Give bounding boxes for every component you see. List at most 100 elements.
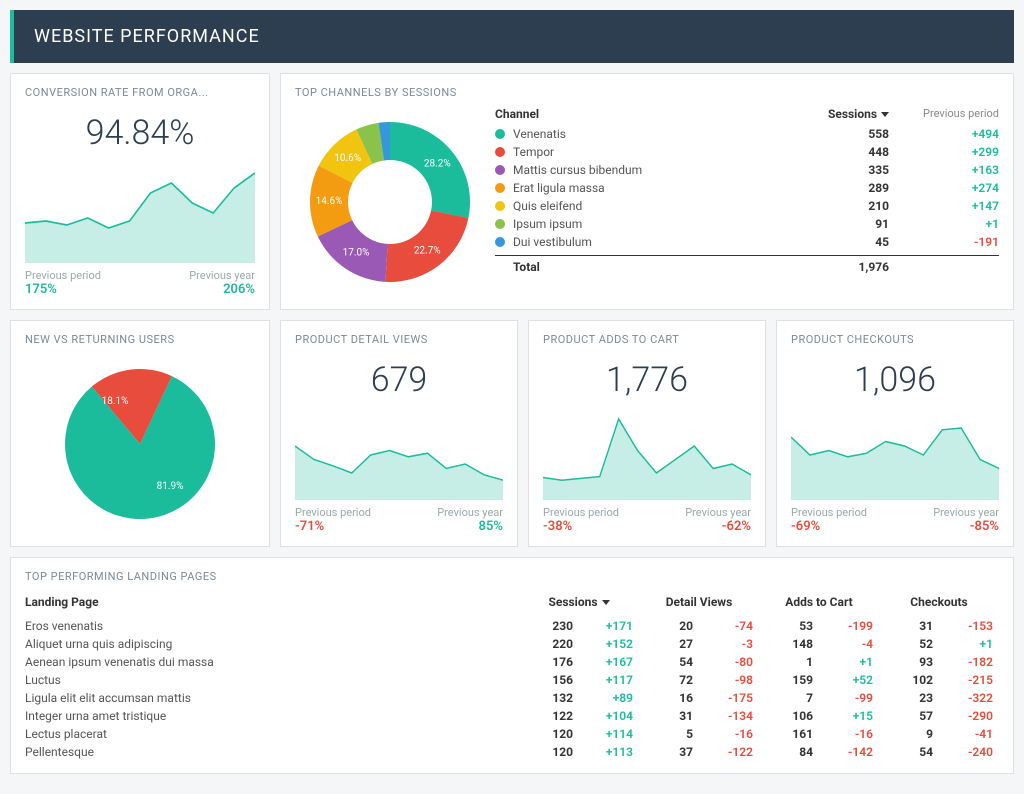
lp-delta: +171: [579, 619, 639, 633]
lp-col-detail[interactable]: Detail Views: [639, 595, 759, 609]
lp-delta: -122: [699, 745, 759, 759]
lp-delta: +114: [579, 727, 639, 741]
lp-value: 120: [519, 727, 579, 741]
svg-text:22.7%: 22.7%: [414, 245, 441, 256]
channel-row[interactable]: Quis eleifend210+147: [495, 197, 999, 215]
color-dot-icon: [495, 129, 505, 139]
channel-row[interactable]: Ipsum ipsum91+1: [495, 215, 999, 233]
landing-page-row[interactable]: Aenean ipsum venenatis dui massa176+1675…: [25, 653, 999, 671]
channel-delta: +163: [889, 163, 999, 177]
lp-delta: -240: [939, 745, 999, 759]
lp-page-name: Luctus: [25, 673, 519, 687]
lp-value: 84: [759, 745, 819, 759]
lp-delta: -153: [939, 619, 999, 633]
lp-value: 57: [879, 709, 939, 723]
metric-title: PRODUCT CHECKOUTS: [791, 333, 999, 346]
lp-delta: -142: [819, 745, 879, 759]
channels-card: TOP CHANNELS BY SESSIONS 28.2%22.7%17.0%…: [280, 73, 1014, 310]
channel-row[interactable]: Mattis cursus bibendum335+163: [495, 161, 999, 179]
lp-value: 16: [639, 691, 699, 705]
lp-delta: -74: [699, 619, 759, 633]
lp-value: 31: [879, 619, 939, 633]
lp-delta: -322: [939, 691, 999, 705]
color-dot-icon: [495, 201, 505, 211]
metric-prev-year-label: Previous year: [685, 506, 751, 519]
lp-delta: -182: [939, 655, 999, 669]
landing-page-row[interactable]: Integer urna amet tristique122+10431-134…: [25, 707, 999, 725]
lp-delta: +167: [579, 655, 639, 669]
channel-row[interactable]: Dui vestibulum45-191: [495, 233, 999, 251]
lp-delta: +89: [579, 691, 639, 705]
lp-value: 9: [879, 727, 939, 741]
channel-label: Venenatis: [513, 127, 819, 141]
landing-page-row[interactable]: Eros venenatis230+17120-7453-19931-153: [25, 617, 999, 635]
channel-sessions: 91: [819, 217, 889, 231]
svg-text:14.6%: 14.6%: [316, 196, 343, 207]
metric-prev-period-value: -38%: [543, 519, 572, 534]
lp-col-page[interactable]: Landing Page: [25, 595, 519, 609]
landing-page-row[interactable]: Aliquet urna quis adipiscing220+15227-31…: [25, 635, 999, 653]
nvr-title: NEW VS RETURNING USERS: [25, 333, 255, 346]
page-title: WEBSITE PERFORMANCE: [34, 26, 260, 47]
channels-col-prev: Previous period: [889, 107, 999, 121]
lp-delta: +152: [579, 637, 639, 651]
channel-delta: +274: [889, 181, 999, 195]
channels-col-sessions[interactable]: Sessions: [819, 107, 889, 121]
metric-value: 679: [295, 360, 503, 400]
channel-sessions: 335: [819, 163, 889, 177]
channel-row[interactable]: Venenatis558+494: [495, 125, 999, 143]
metric-prev-period-label: Previous period: [543, 506, 619, 519]
conv-prev-period-value: 175%: [25, 282, 57, 297]
metric-value: 1,096: [791, 360, 999, 400]
conversion-value: 94.84%: [25, 113, 255, 153]
metric-card: PRODUCT CHECKOUTS1,096Previous period-69…: [776, 320, 1014, 547]
landing-page-row[interactable]: Lectus placerat120+1145-16161-169-41: [25, 725, 999, 743]
lp-value: 23: [879, 691, 939, 705]
channels-title: TOP CHANNELS BY SESSIONS: [295, 86, 999, 99]
color-dot-icon: [495, 165, 505, 175]
lp-delta: -215: [939, 673, 999, 687]
lp-page-name: Eros venenatis: [25, 619, 519, 633]
lp-delta: -80: [699, 655, 759, 669]
channel-sessions: 210: [819, 199, 889, 213]
lp-value: 156: [519, 673, 579, 687]
lp-value: 7: [759, 691, 819, 705]
svg-text:17.0%: 17.0%: [343, 248, 370, 259]
metric-prev-period-label: Previous period: [791, 506, 867, 519]
svg-text:10.6%: 10.6%: [334, 153, 361, 164]
metric-prev-year-value: -62%: [722, 519, 751, 534]
metric-card: PRODUCT DETAIL VIEWS679Previous period-7…: [280, 320, 518, 547]
lp-value: 27: [639, 637, 699, 651]
lp-page-name: Pellentesque: [25, 745, 519, 759]
lp-col-sessions[interactable]: Sessions: [519, 595, 639, 609]
landing-page-row[interactable]: Luctus156+11772-98159+52102-215: [25, 671, 999, 689]
lp-delta: -290: [939, 709, 999, 723]
landing-page-row[interactable]: Pellentesque120+11337-12284-14254-240: [25, 743, 999, 761]
lp-col-checkouts[interactable]: Checkouts: [879, 595, 999, 609]
landing-page-row[interactable]: Ligula elit elit accumsan mattis132+8916…: [25, 689, 999, 707]
channel-sessions: 289: [819, 181, 889, 195]
channel-delta: -191: [889, 235, 999, 249]
lp-delta: -199: [819, 619, 879, 633]
conv-prev-period-label: Previous period: [25, 269, 101, 282]
lp-delta: +113: [579, 745, 639, 759]
metric-prev-year-value: 85%: [479, 519, 503, 534]
conv-prev-year-label: Previous year: [189, 269, 255, 282]
conversion-title: CONVERSION RATE FROM ORGA...: [25, 86, 255, 99]
channel-sessions: 45: [819, 235, 889, 249]
channel-delta: +1: [889, 217, 999, 231]
channels-col-channel: Channel: [495, 107, 819, 121]
lp-col-adds[interactable]: Adds to Cart: [759, 595, 879, 609]
lp-delta: -99: [819, 691, 879, 705]
channel-delta: +494: [889, 127, 999, 141]
lp-value: 120: [519, 745, 579, 759]
chevron-down-icon: [602, 600, 610, 605]
channel-row[interactable]: Tempor448+299: [495, 143, 999, 161]
metric-value: 1,776: [543, 360, 751, 400]
channel-row[interactable]: Erat ligula massa289+274: [495, 179, 999, 197]
landing-pages-card: TOP PERFORMING LANDING PAGES Landing Pag…: [10, 557, 1014, 774]
channel-label: Mattis cursus bibendum: [513, 163, 819, 177]
channel-label: Tempor: [513, 145, 819, 159]
lp-value: 52: [879, 637, 939, 651]
lp-value: 54: [639, 655, 699, 669]
